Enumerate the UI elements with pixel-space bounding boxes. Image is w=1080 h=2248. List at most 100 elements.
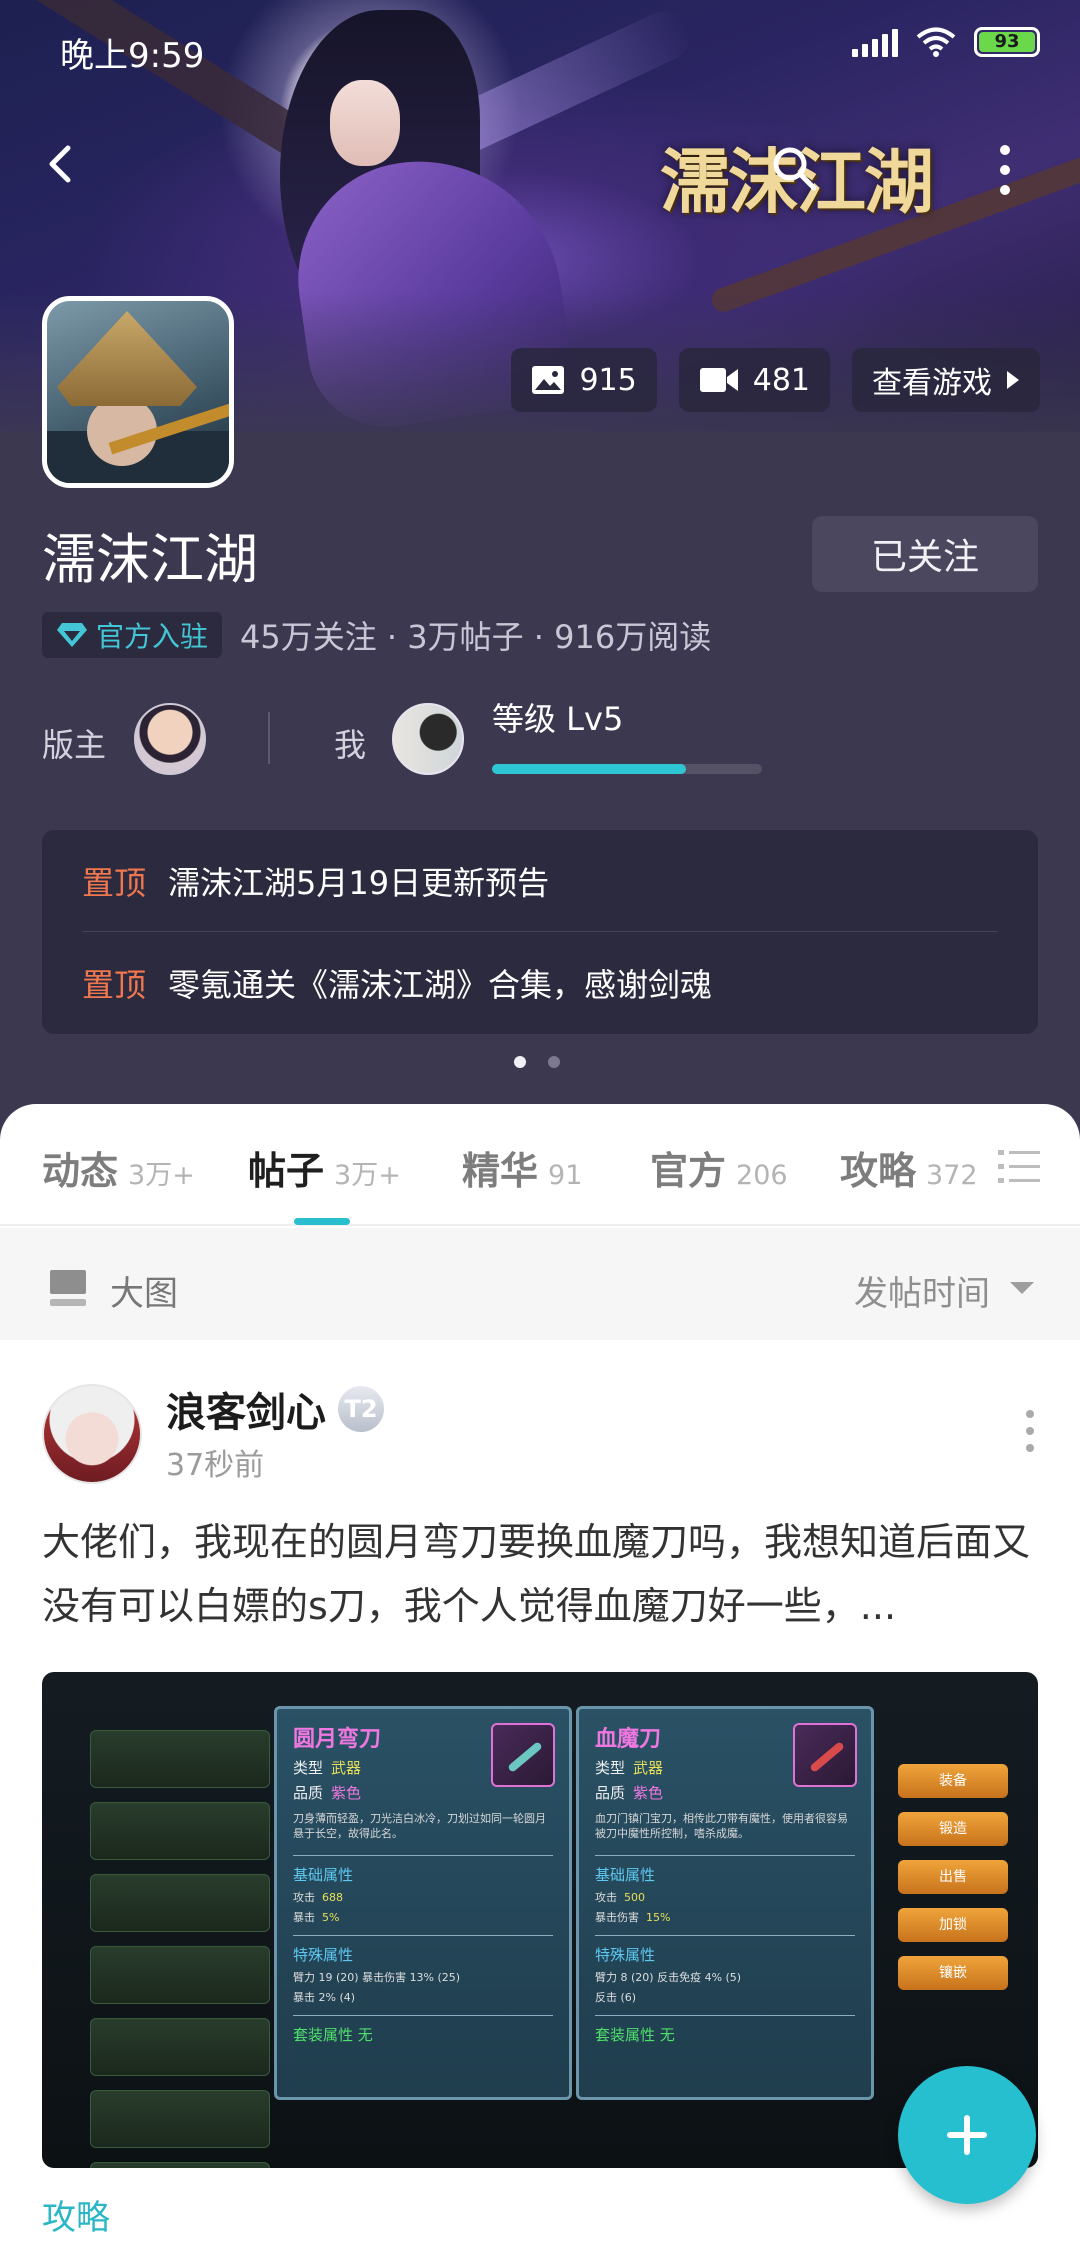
post-category-tag[interactable]: 攻略 (42, 2190, 110, 2239)
follow-button[interactable]: 已关注 (812, 516, 1038, 592)
moderator-label: 版主 (42, 726, 107, 764)
sort-label[interactable]: 发帖时间 (854, 1266, 990, 1315)
content-sheet: 动态 3万+ 帖子 3万+ 精华 91 官方 206 攻略 372 大图 发帖时… (0, 1104, 1080, 2248)
tab-label: 精华 (462, 1149, 539, 1193)
top-action-bar: 濡沫江湖 (0, 120, 1080, 223)
item-type: 武器 (331, 1759, 362, 1777)
tab-posts[interactable]: 帖子 3万+ (248, 1140, 401, 1195)
view-game-label: 查看游戏 (872, 366, 992, 401)
attack-label: 攻击 (293, 1891, 315, 1904)
item-type-label: 类型 (595, 1759, 626, 1777)
tab-featured[interactable]: 精华 91 (462, 1140, 582, 1195)
large-image-view-icon[interactable] (48, 1268, 88, 1308)
crit-value: 15% (646, 1911, 671, 1924)
weapon-thumbnail (793, 1723, 857, 1787)
forum-roles: 版主 我 等级 Lv5 (42, 700, 1042, 780)
tab-label: 帖子 (248, 1149, 325, 1193)
forum-stats: 45万关注 · 3万帖子 · 916万阅读 (240, 618, 712, 656)
item-quality-label: 品质 (595, 1784, 626, 1802)
tab-official[interactable]: 官方 206 (650, 1140, 788, 1195)
item-quality: 紫色 (331, 1784, 362, 1802)
weapon-thumbnail (491, 1723, 555, 1787)
base-attr-title: 基础属性 (595, 1866, 656, 1884)
divider (595, 1855, 855, 1856)
game-side-menu (90, 1730, 270, 2168)
tab-guides[interactable]: 攻略 372 (840, 1140, 978, 1195)
view-game-button[interactable]: 查看游戏 (852, 348, 1040, 412)
view-mode-label[interactable]: 大图 (110, 1266, 178, 1315)
videos-count-button[interactable]: 481 (678, 348, 830, 412)
battery-level: 93 (979, 32, 1035, 52)
pin-title: 濡沫江湖5月19日更新预告 (168, 863, 550, 902)
status-time: 晚上9:59 (60, 36, 205, 76)
pinned-post[interactable]: 置顶 濡沫江湖5月19日更新预告 (82, 830, 998, 932)
crit-label: 暴击伤害 (595, 1911, 639, 1924)
attack-row: 攻击 688 (293, 1889, 553, 1905)
tab-list-icon[interactable] (998, 1148, 1040, 1186)
item-description: 血刀门镇门宝刀，相传此刀带有魔性，使用者很容易被刀中魔性所控制，嗜杀成魔。 (595, 1812, 848, 1840)
attack-value: 688 (322, 1891, 343, 1904)
image-icon (532, 366, 565, 394)
images-count-button[interactable]: 915 (511, 348, 657, 412)
videos-count: 481 (752, 362, 810, 398)
base-attr-title: 基础属性 (293, 1866, 354, 1884)
special-attr-2: 反击 (6) (595, 1991, 637, 2004)
avatar-art-hat (57, 311, 197, 406)
tab-count: 372 (926, 1160, 978, 1191)
status-bar: 晚上9:59 93 (0, 0, 1080, 96)
item-type-label: 类型 (293, 1759, 324, 1777)
crit-value: 5% (322, 1911, 340, 1924)
my-level[interactable]: 等级 Lv5 (492, 694, 623, 740)
diamond-icon (57, 623, 87, 647)
attack-row: 攻击 500 (595, 1889, 855, 1905)
attack-value: 500 (624, 1891, 645, 1904)
plus-icon (947, 2115, 987, 2155)
attack-label: 攻击 (595, 1891, 617, 1904)
tab-bar: 动态 3万+ 帖子 3万+ 精华 91 官方 206 攻略 372 (0, 1104, 1080, 1226)
filter-bar: 大图 发帖时间 (0, 1228, 1080, 1340)
caret-down-icon[interactable] (1010, 1282, 1034, 1294)
item-card-right: 血魔刀 类型 武器 品质 紫色 血刀门镇门宝刀，相传此刀带有魔性，使用者很容易被刀中… (576, 1706, 874, 2100)
crit-row: 暴击伤害 15% (595, 1909, 855, 1925)
divider (293, 1935, 553, 1936)
battery-icon: 93 (974, 27, 1040, 57)
tab-count: 3万+ (128, 1160, 195, 1191)
item-type: 武器 (633, 1759, 664, 1777)
back-button[interactable] (34, 136, 90, 192)
game-action-lock: 加锁 (898, 1908, 1008, 1942)
post-more-icon[interactable] (1020, 1406, 1040, 1456)
status-icons: 93 (852, 26, 1040, 58)
create-post-button[interactable] (898, 2066, 1036, 2204)
divider (268, 712, 270, 764)
author-avatar[interactable] (42, 1384, 142, 1484)
level-progress-fill (492, 764, 687, 774)
post-content[interactable]: 大佬们，我现在的圆月弯刀要换血魔刀吗，我想知道后面又没有可以白嫖的s刀，我个人觉… (42, 1510, 1038, 1638)
pinned-post[interactable]: 置顶 零氪通关《濡沫江湖》合集，感谢剑魂 (82, 932, 998, 1034)
media-stats: 915 481 查看游戏 (511, 348, 1040, 412)
author-name[interactable]: 浪客剑心 (166, 1380, 326, 1438)
tab-dynamic[interactable]: 动态 3万+ (42, 1140, 195, 1195)
special-attr-title: 特殊属性 (293, 1946, 354, 1964)
tab-label: 攻略 (840, 1149, 917, 1193)
item-quality: 紫色 (633, 1784, 664, 1802)
official-label: 官方入驻 (96, 620, 209, 653)
pinned-posts: 置顶 濡沫江湖5月19日更新预告 置顶 零氪通关《濡沫江湖》合集，感谢剑魂 (42, 830, 1038, 1034)
images-count: 915 (579, 362, 637, 398)
forum-title: 濡沫江湖 (42, 528, 258, 591)
post-image[interactable]: 圆月弯刀 类型 武器 品质 紫色 刀身薄而轻盈，刀光洁白冰冷，刀划过如同一轮圆月悬于… (42, 1672, 1038, 2168)
set-attr-title: 套装属性 无 (293, 2026, 373, 2044)
tab-label: 动态 (42, 1149, 119, 1193)
user-level-badge: T2 (338, 1386, 384, 1432)
crit-label: 暴击 (293, 1911, 315, 1924)
more-options-button[interactable] (980, 140, 1030, 200)
moderator-avatar[interactable] (134, 703, 206, 775)
tab-count: 91 (548, 1160, 583, 1191)
divider (293, 2015, 553, 2016)
set-attr-title: 套装属性 无 (595, 2026, 675, 2044)
game-action-inlay: 镶嵌 (898, 1956, 1008, 1990)
search-button[interactable] (768, 142, 822, 196)
post-time: 37秒前 (166, 1448, 265, 1483)
pager-dot (548, 1056, 560, 1068)
active-tab-indicator (294, 1218, 350, 1225)
my-avatar[interactable] (392, 703, 464, 775)
